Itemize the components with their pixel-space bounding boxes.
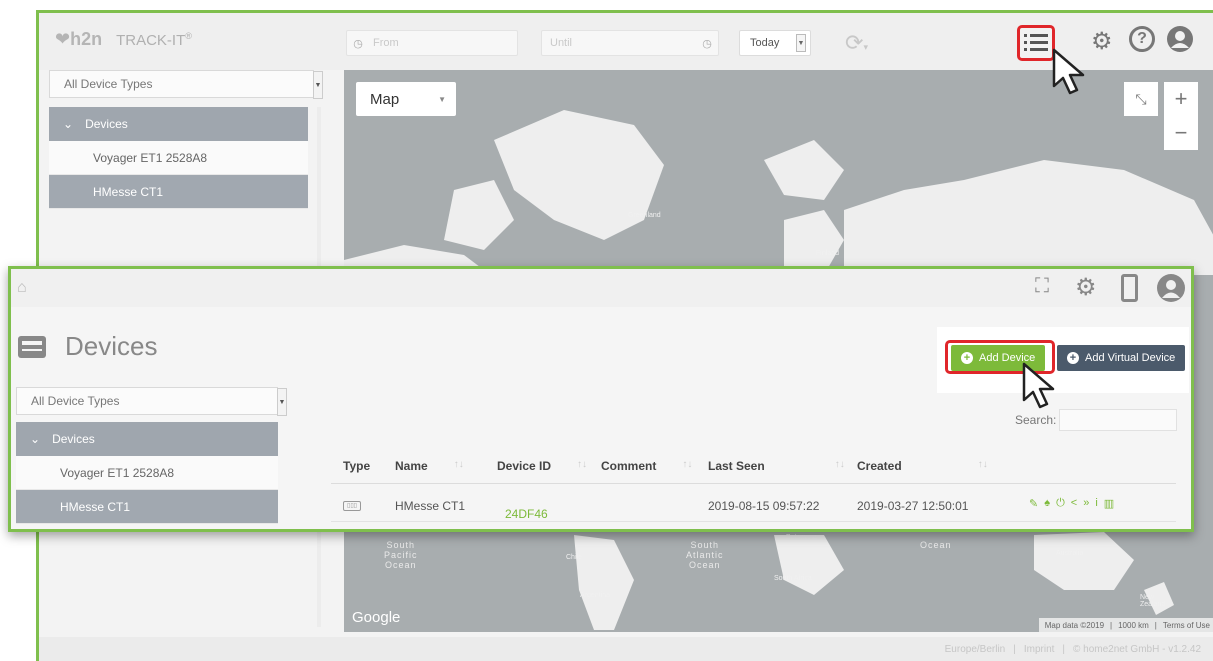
add-virtual-device-button[interactable]: + Add Virtual Device xyxy=(1057,345,1186,371)
devices-sidebar: All Device Types ▼ ⌄ Devices Voyager ET1… xyxy=(16,384,287,529)
fullscreen-exit-icon[interactable]: ⤡ xyxy=(1124,82,1158,116)
map-label-south-atlantic: South Atlantic Ocean xyxy=(686,540,724,570)
map-label-chile: Chile xyxy=(566,554,582,561)
map-label-australia: Australia xyxy=(1056,550,1084,557)
header-divider xyxy=(331,483,1176,484)
chevron-down-icon: ▼ xyxy=(438,94,446,104)
info-icon[interactable]: i xyxy=(1095,497,1097,510)
device-type-filter[interactable]: All Device Types ▼ xyxy=(16,387,287,416)
sort-icon: ↑↓ xyxy=(577,459,588,470)
edit-icon[interactable]: ✎ xyxy=(1029,497,1038,510)
mouse-cursor-icon xyxy=(1022,362,1055,409)
map-label-south-pacific: South Pacific Ocean xyxy=(384,540,418,570)
logo-mark: ❤h2n xyxy=(55,29,103,49)
zoom-out-button[interactable]: − xyxy=(1164,116,1198,150)
clock-icon: ◷ xyxy=(353,37,363,50)
last-seen-cell: 2019-08-15 09:57:22 xyxy=(708,499,820,513)
search-label: Search: xyxy=(1015,413,1057,427)
column-last-seen[interactable]: Last Seen ↑↓ xyxy=(708,459,845,473)
chevron-down-icon: ▼ xyxy=(277,388,287,416)
sort-icon: ↑↓ xyxy=(977,459,988,470)
list-icon xyxy=(1024,34,1048,51)
copyright-text: © home2net GmbH - v1.2.42 xyxy=(1073,643,1201,655)
row-divider xyxy=(331,521,1176,522)
device-name-cell: HMesse CT1 xyxy=(395,499,466,513)
refresh-icon[interactable]: ⟳▾ xyxy=(845,30,868,56)
device-icon xyxy=(18,335,46,358)
imprint-link[interactable]: Imprint xyxy=(1024,644,1055,655)
mobile-device-icon[interactable] xyxy=(1121,274,1138,302)
map-pin-icon[interactable]: ⛶ xyxy=(1035,275,1049,298)
from-date-input[interactable]: ◷ From xyxy=(346,30,518,56)
screenshot-stage: ❤h2n TRACK-IT® ◷ From Until ◷ Today ▼ ⟳▾ xyxy=(0,0,1213,661)
clock-icon: ◷ xyxy=(702,37,712,50)
device-id-cell[interactable]: 24DF46 xyxy=(505,507,548,521)
column-device-id[interactable]: Device ID ↑↓ xyxy=(497,459,587,473)
row-actions: ✎ ♠ ⏻ < » i ▥ xyxy=(1029,497,1114,510)
devices-top-bar: ⌂ ⛶ ⚙ xyxy=(11,269,1191,307)
chevron-down-icon: ⌄ xyxy=(30,432,41,446)
column-comment[interactable]: Comment ↑↓ xyxy=(601,459,692,473)
trash-icon[interactable]: ▥ xyxy=(1104,497,1114,510)
sort-icon: ↑↓ xyxy=(834,459,845,470)
page-title: Devices xyxy=(17,331,157,362)
devices-tree-group[interactable]: ⌄ Devices xyxy=(49,107,308,141)
column-created[interactable]: Created ↑↓ xyxy=(857,459,988,473)
bell-icon[interactable]: ♠ xyxy=(1044,497,1050,510)
chevron-down-icon: ▼ xyxy=(313,71,323,99)
zoom-in-button[interactable]: + xyxy=(1164,82,1198,116)
help-icon[interactable]: ? xyxy=(1129,26,1155,52)
plus-circle-icon: + xyxy=(1067,352,1079,364)
plus-circle-icon: + xyxy=(961,352,973,364)
map-type-select[interactable]: Map ▼ xyxy=(356,82,456,116)
forward-icon[interactable]: » xyxy=(1083,497,1089,510)
mouse-cursor-icon xyxy=(1052,48,1085,95)
devices-tree-group[interactable]: ⌄ Devices xyxy=(16,422,278,456)
logo-product: TRACK-IT® xyxy=(116,30,192,49)
google-logo: Google xyxy=(352,609,401,626)
terms-of-use-link[interactable]: Terms of Use xyxy=(1163,621,1210,630)
device-type-filter[interactable]: All Device Types ▼ xyxy=(49,70,323,99)
period-select[interactable]: Today ▼ xyxy=(739,30,811,56)
map-label-ocean: Ocean xyxy=(920,540,952,550)
app-logo[interactable]: ❤h2n TRACK-IT® xyxy=(55,29,192,50)
devices-table: Search: Type Name ↑↓ Device ID ↑↓ Comment ↑… xyxy=(331,397,1191,529)
gears-icon[interactable]: ⚙ xyxy=(1091,27,1113,56)
devices-page-window: ⌂ ⛶ ⚙ Devices + Add Device + Add Virtual… xyxy=(8,266,1194,532)
column-name[interactable]: Name ↑↓ xyxy=(395,459,464,473)
map-label-greenland: Greenland xyxy=(628,212,661,219)
power-icon[interactable]: ⏻ xyxy=(1056,497,1065,510)
share-icon[interactable]: < xyxy=(1071,497,1077,510)
device-tree-item[interactable]: Voyager ET1 2528A8 xyxy=(16,456,278,490)
device-tree-item-selected[interactable]: HMesse CT1 xyxy=(49,175,308,209)
home-icon[interactable]: ⌂ xyxy=(17,279,27,297)
until-date-input[interactable]: Until ◷ xyxy=(541,30,719,56)
gears-icon[interactable]: ⚙ xyxy=(1075,273,1097,302)
chevron-down-icon: ▼ xyxy=(796,34,806,52)
chevron-down-icon: ⌄ xyxy=(63,117,74,131)
column-type[interactable]: Type xyxy=(343,459,370,473)
created-cell: 2019-03-27 12:50:01 xyxy=(857,499,969,513)
user-account-icon[interactable] xyxy=(1167,26,1193,52)
device-tree-item-selected[interactable]: HMesse CT1 xyxy=(16,490,278,524)
sort-icon: ↑↓ xyxy=(453,459,464,470)
app-footer: Europe/Berlin | Imprint | © home2net Gmb… xyxy=(39,637,1213,661)
map-label-south-africa: South Africa xyxy=(774,575,812,582)
device-tree-item[interactable]: Voyager ET1 2528A8 xyxy=(49,141,308,175)
user-account-icon[interactable] xyxy=(1157,274,1185,302)
map-label-botswana: Botswana xyxy=(786,534,817,541)
map-label-argentina: Argentina xyxy=(580,592,610,599)
map-label-finland: Finland xyxy=(816,250,839,257)
search-input[interactable] xyxy=(1059,409,1177,431)
sort-icon: ↑↓ xyxy=(682,459,693,470)
device-type-icon: ▯▯▯ xyxy=(343,501,361,511)
map-label-new-zealand: New Zealand xyxy=(1140,594,1166,608)
top-bar: ❤h2n TRACK-IT® ◷ From Until ◷ Today ▼ ⟳▾ xyxy=(39,13,1213,70)
timezone-label: Europe/Berlin xyxy=(944,643,1006,655)
map-attribution: Map data ©2019 | 1000 km | Terms of Use xyxy=(1038,618,1213,632)
